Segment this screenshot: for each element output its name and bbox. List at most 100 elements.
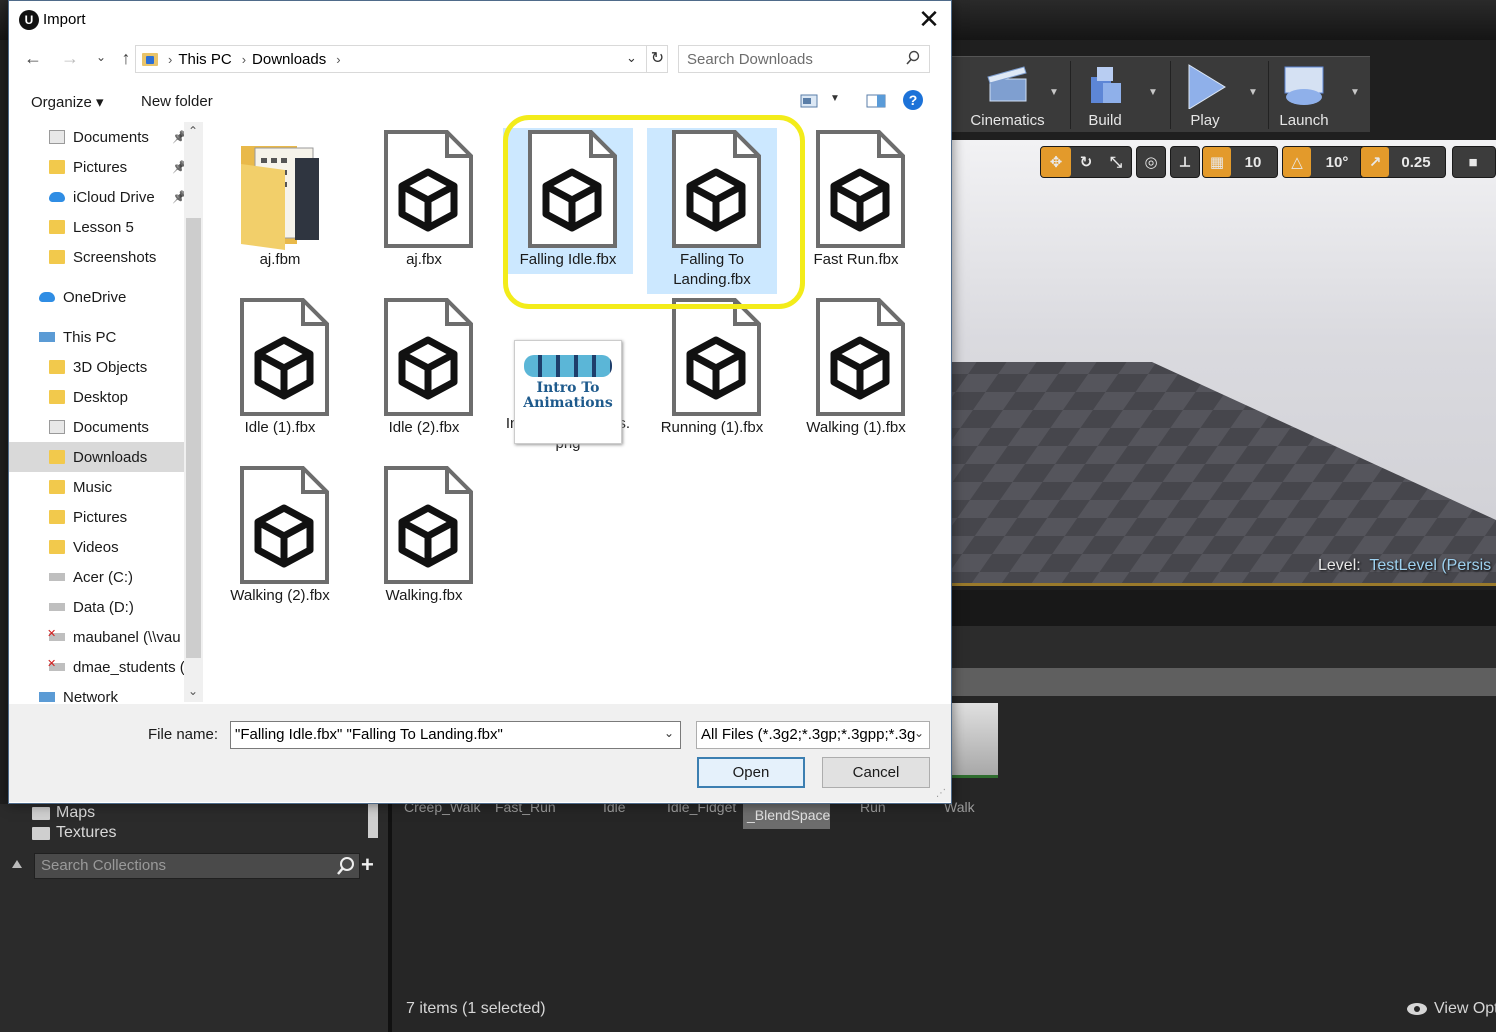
file-item[interactable]: Idle (2).fbx (359, 296, 489, 442)
folder-item[interactable]: Textures (32, 824, 116, 842)
new-folder-button[interactable]: New folder (141, 93, 213, 110)
preview-pane-icon[interactable] (866, 94, 886, 108)
scroll-down-icon[interactable]: ⌄ (188, 684, 198, 698)
asset-label-selected[interactable]: _BlendSpace (743, 803, 830, 829)
cancel-button[interactable]: Cancel (822, 757, 930, 788)
file-name-input[interactable]: "Falling Idle.fbx" "Falling To Landing.f… (230, 721, 681, 749)
nav-item[interactable]: iCloud Drive 📌 (9, 182, 185, 212)
rotation-snap-value[interactable]: 10° (1311, 147, 1363, 177)
dialog-title-bar[interactable]: U Import ✕ (9, 1, 951, 39)
search-collections-input[interactable]: Search Collections (34, 853, 360, 879)
file-item[interactable]: aj.fbm (215, 128, 345, 274)
nav-item[interactable]: Videos (9, 532, 185, 562)
organize-button[interactable]: Organize ▾ (31, 93, 104, 111)
nav-item[interactable]: dmae_students ( (9, 652, 185, 682)
file-item[interactable]: Walking.fbx (359, 464, 489, 610)
rotate-tool-icon[interactable]: ↻ (1071, 147, 1101, 177)
surface-snap-icon[interactable]: ⟂ (1171, 147, 1199, 177)
scroll-up-icon[interactable]: ⌃ (188, 124, 198, 138)
nav-item[interactable]: Pictures (9, 502, 185, 532)
breadcrumb-this-pc[interactable]: This PC (178, 51, 231, 68)
nav-item[interactable]: Acer (C:) (9, 562, 185, 592)
grid-snap-icon[interactable]: ▦ (1203, 147, 1231, 177)
nav-item[interactable]: Downloads (9, 442, 184, 472)
search-downloads-input[interactable]: Search Downloads (678, 45, 930, 73)
recent-locations-dropdown-icon[interactable]: ⌄ (89, 50, 113, 64)
build-blocks-icon (1091, 67, 1121, 103)
navigation-scroll-thumb[interactable] (186, 218, 201, 658)
address-dropdown-icon[interactable]: ⌄ (626, 50, 637, 66)
file-item[interactable]: Walking (2).fbx (215, 464, 345, 610)
file-item[interactable]: Fast Run.fbx (791, 128, 921, 274)
nav-item[interactable]: Network (9, 682, 185, 704)
pc-icon (39, 692, 55, 702)
file-item[interactable]: aj.fbx (359, 128, 489, 274)
resize-grip-icon[interactable]: ⋰ (936, 788, 946, 799)
launch-dropdown-icon[interactable]: ▼ (1350, 87, 1360, 98)
open-button[interactable]: Open (697, 757, 805, 788)
cinematics-button[interactable]: Cinematics (960, 57, 1055, 133)
file-type-select[interactable]: All Files (*.3g2;*.3gp;*.3gpp;*.3g (696, 721, 930, 749)
scale-snap-icon[interactable]: ↗ (1361, 147, 1389, 177)
nav-item[interactable]: Data (D:) (9, 592, 185, 622)
nav-item[interactable]: OneDrive (9, 282, 185, 312)
breadcrumb-separator-icon[interactable]: › (168, 52, 172, 67)
nav-item[interactable]: 3D Objects (9, 352, 185, 382)
unreal-toolbar: Cinematics ▼ Build ▼ Play ▼ Launch ▼ (950, 56, 1370, 132)
file-item[interactable]: Idle (1).fbx (215, 296, 345, 442)
nav-item[interactable]: Lesson 5 (9, 212, 185, 242)
camera-icon[interactable]: ■ (1453, 147, 1493, 177)
build-button[interactable]: Build (1072, 57, 1138, 133)
walk-asset-thumbnail[interactable] (950, 703, 998, 778)
breadcrumb-separator-icon[interactable]: › (242, 52, 246, 67)
address-bar[interactable]: › This PC › Downloads › ⌄ ↻ (135, 45, 668, 73)
refresh-icon[interactable]: ↻ (646, 46, 668, 72)
launch-button[interactable]: Launch (1270, 57, 1338, 133)
rotation-snap-icon[interactable]: △ (1283, 147, 1311, 177)
play-button[interactable]: Play (1172, 57, 1238, 133)
file-item[interactable]: Running (1).fbx (647, 296, 777, 442)
nav-item[interactable]: maubanel (\\vau (9, 622, 185, 652)
nav-item[interactable]: Documents (9, 412, 185, 442)
close-button[interactable]: ✕ (909, 5, 949, 35)
forward-arrow-icon[interactable]: → (58, 48, 82, 69)
file-name-dropdown-icon[interactable]: ⌄ (664, 726, 674, 740)
view-options-dropdown-icon[interactable]: ▼ (830, 93, 840, 104)
collapse-triangle-icon[interactable] (12, 860, 22, 868)
viewport-border (952, 583, 1496, 586)
nav-item[interactable]: Pictures 📌 (9, 152, 185, 182)
globe-icon[interactable]: ◎ (1137, 147, 1165, 177)
file-name: Running (1).fbx (660, 419, 764, 436)
grid-snap-value[interactable]: 10 (1231, 147, 1275, 177)
play-dropdown-icon[interactable]: ▼ (1248, 87, 1258, 98)
nav-item[interactable]: Desktop (9, 382, 185, 412)
back-arrow-icon[interactable]: ← (21, 48, 45, 69)
file-type-dropdown-icon[interactable]: ⌄ (914, 726, 924, 740)
search-icon[interactable] (336, 856, 356, 876)
file-thumbnail (369, 296, 479, 418)
camera-speed: ■ (1452, 146, 1496, 178)
cinematics-dropdown-icon[interactable]: ▼ (1049, 87, 1059, 98)
folder-item[interactable]: Maps (32, 804, 95, 822)
move-tool-icon[interactable]: ✥ (1041, 147, 1071, 177)
nav-item-label: Desktop (73, 388, 129, 406)
breadcrumb-downloads[interactable]: Downloads (252, 51, 326, 68)
change-view-icon[interactable] (800, 94, 818, 108)
nav-item[interactable]: Music (9, 472, 185, 502)
nav-item[interactable]: This PC (9, 322, 185, 352)
nav-item[interactable]: Screenshots (9, 242, 185, 272)
add-collection-icon[interactable]: + (361, 852, 374, 878)
file-name: Walking.fbx (385, 587, 463, 604)
file-item[interactable]: Intro To Animations IntroToAnimations.pn… (503, 296, 633, 458)
build-dropdown-icon[interactable]: ▼ (1148, 87, 1158, 98)
panel-splitter[interactable] (388, 804, 392, 1032)
scale-tool-icon[interactable]: ⤡ (1101, 147, 1131, 177)
file-item[interactable]: Walking (1).fbx (791, 296, 921, 442)
nav-item[interactable]: Documents 📌 (9, 122, 185, 152)
breadcrumb-separator-icon[interactable]: › (336, 52, 340, 67)
sources-scrollbar[interactable] (368, 804, 378, 838)
view-options-button[interactable]: View Opti (1406, 1000, 1496, 1018)
level-viewport[interactable] (952, 140, 1496, 585)
scale-snap-value[interactable]: 0.25 (1389, 147, 1443, 177)
help-icon[interactable]: ? (903, 90, 923, 110)
